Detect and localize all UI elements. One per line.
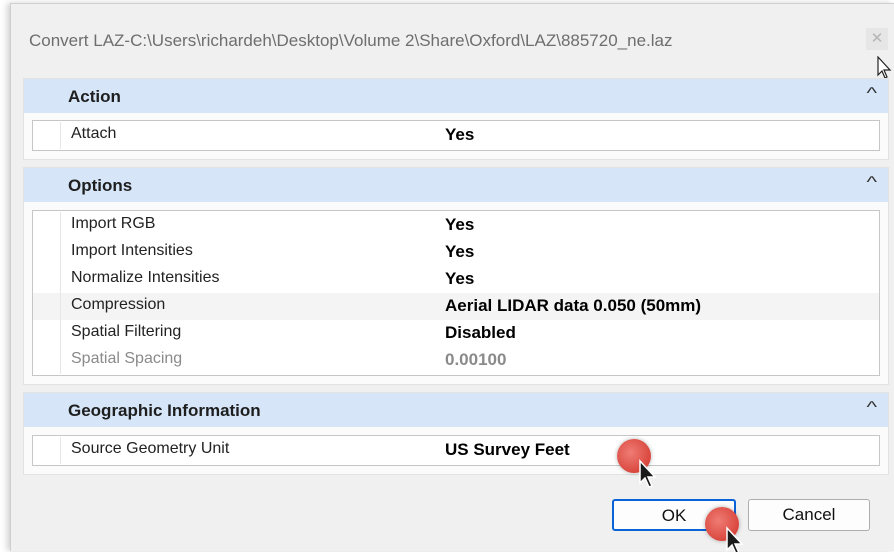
section-header-action[interactable]: Action ^ [24,79,888,113]
mouse-pointer-icon [877,56,892,79]
mouse-pointer-icon [726,526,744,552]
property-value[interactable]: Yes [445,125,474,145]
property-row[interactable]: Import RGB Yes [33,212,879,239]
section-options: Options ^ Import RGB Yes Import Intensit… [23,167,889,385]
section-header-options[interactable]: Options ^ [24,168,888,202]
mouse-pointer-icon [639,459,657,488]
window-title: Convert LAZ-C:\Users\richardeh\Desktop\V… [29,31,673,50]
close-button[interactable]: ✕ [866,28,888,50]
property-row: Spatial Spacing 0.00100 [33,347,879,374]
property-value[interactable]: Disabled [445,323,516,343]
chevron-up-icon[interactable]: ^ [867,85,878,103]
property-name: Compression [71,296,166,313]
close-icon: ✕ [870,30,884,47]
property-grid-action: Attach Yes [32,120,880,151]
cancel-button[interactable]: Cancel [748,499,870,531]
section-action: Action ^ Attach Yes [23,78,889,160]
property-value[interactable]: Aerial LIDAR data 0.050 (50mm) [445,296,701,316]
chevron-up-icon[interactable]: ^ [867,399,878,417]
property-name: Spatial Filtering [71,323,182,340]
property-name: Source Geometry Unit [71,440,230,457]
property-value[interactable]: Yes [445,269,474,289]
property-row[interactable]: Import Intensities Yes [33,239,879,266]
section-title: Action [68,87,121,106]
row-gutter [33,122,61,149]
property-name: Spatial Spacing [71,350,183,367]
property-row[interactable]: Normalize Intensities Yes [33,266,879,293]
property-grid-geographic: Source Geometry Unit US Survey Feet [32,435,880,466]
chevron-up-icon[interactable]: ^ [867,174,878,192]
row-gutter [33,266,61,293]
section-title: Geographic Information [68,401,261,420]
section-geographic-information: Geographic Information ^ Source Geometry… [23,392,889,475]
row-gutter [33,437,61,464]
property-row[interactable]: Attach Yes [33,122,879,149]
section-title: Options [68,176,133,195]
convert-laz-dialog: Convert LAZ-C:\Users\richardeh\Desktop\V… [10,3,894,552]
property-name: Normalize Intensities [71,269,220,286]
row-gutter [33,293,61,320]
property-name: Attach [71,125,117,142]
row-gutter [33,212,61,239]
property-grid-options: Import RGB Yes Import Intensities Yes No… [32,210,880,376]
property-row[interactable]: Source Geometry Unit US Survey Feet [33,437,879,464]
property-name: Import RGB [71,215,156,232]
property-value: 0.00100 [445,350,507,369]
section-header-geographic[interactable]: Geographic Information ^ [24,393,888,427]
property-value[interactable]: Yes [445,215,474,235]
property-row[interactable]: Spatial Filtering Disabled [33,320,879,347]
property-value[interactable]: US Survey Feet [445,440,570,460]
property-row[interactable]: Compression Aerial LIDAR data 0.050 (50m… [33,293,879,320]
row-gutter [33,239,61,266]
property-name: Import Intensities [71,242,193,259]
row-gutter [33,320,61,347]
row-gutter [33,347,61,374]
title-bar: Convert LAZ-C:\Users\richardeh\Desktop\V… [11,4,894,79]
property-value[interactable]: Yes [445,242,474,262]
